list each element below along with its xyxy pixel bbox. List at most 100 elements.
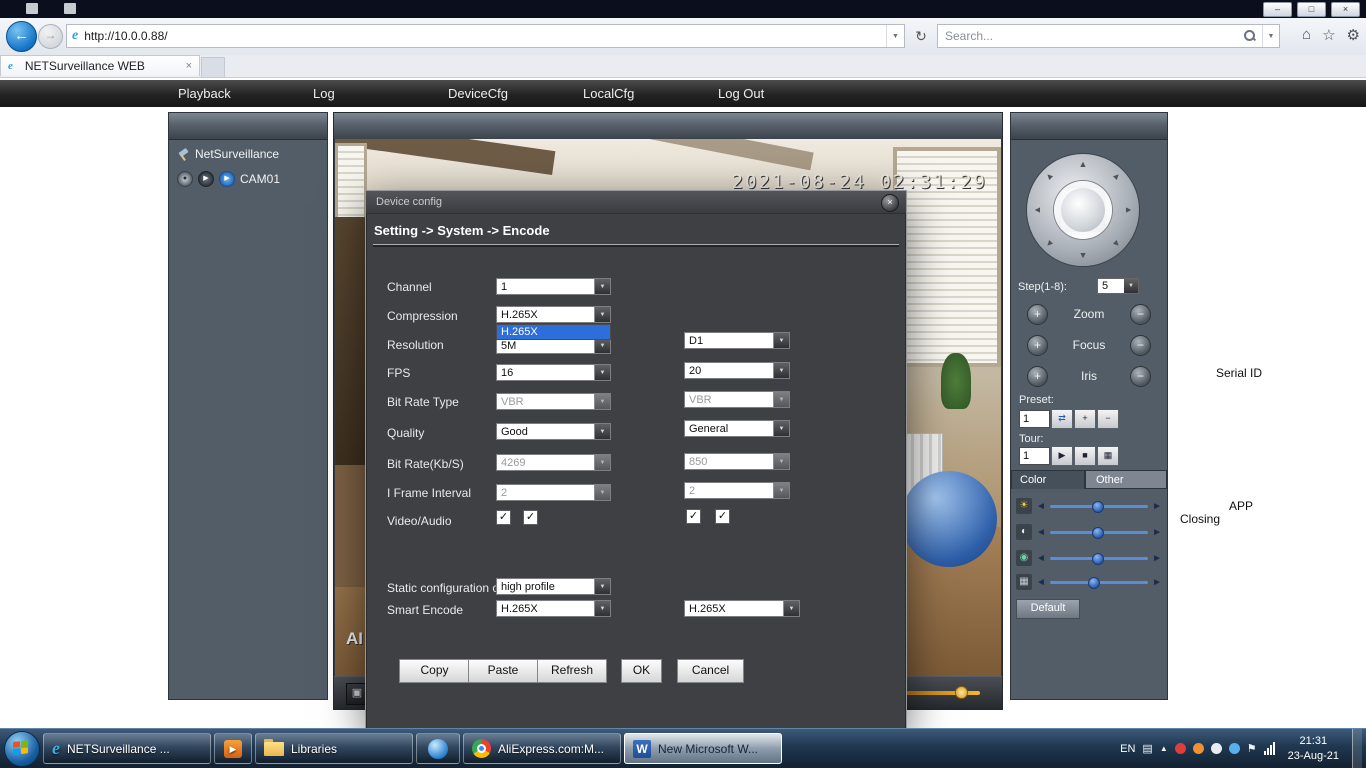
step-select[interactable]: 5 ▼ [1097,278,1139,294]
sub-stream-play-icon[interactable]: ▶ [219,171,235,187]
ptz-direction-pad[interactable]: ▲ ▲ ▲ ▲ ▲ ▲ ▲ ▲ [1026,153,1140,267]
start-button[interactable] [4,730,40,767]
chevron-down-icon[interactable]: ▼ [594,307,610,322]
forward-button[interactable]: → [38,24,63,49]
ptz-up-icon[interactable]: ▲ [1078,159,1088,169]
language-indicator[interactable]: EN [1120,743,1135,755]
favorites-icon[interactable]: ☆ [1322,26,1335,44]
keyboard-icon[interactable]: ▤ [1142,742,1152,755]
video-checkbox[interactable]: ✓ [496,510,511,525]
chevron-down-icon[interactable]: ▼ [886,25,904,47]
menu-item-devicecfg[interactable]: DeviceCfg [448,80,583,107]
taskbar-app-word[interactable]: W New Microsoft W... [624,733,782,764]
tour-input[interactable]: 1 [1019,447,1050,465]
slider-increase-icon[interactable]: ► [1152,501,1162,512]
chevron-down-icon[interactable]: ▼ [594,579,610,594]
tab-close-icon[interactable]: × [186,60,192,72]
refresh-icon[interactable]: ↻ [911,26,931,46]
preset-input[interactable]: 1 [1019,410,1050,428]
slider-decrease-icon[interactable]: ◄ [1036,527,1046,538]
settings-gear-icon[interactable]: ⚙ [1347,26,1360,44]
chevron-down-icon[interactable]: ▼ [1262,25,1279,47]
tour-setup-button[interactable]: ▦ [1097,446,1119,466]
action-center-flag-icon[interactable]: ⚑ [1247,742,1257,755]
static-config-select[interactable]: high profile ▼ [496,578,611,595]
audio-checkbox-2[interactable]: ✓ [715,509,730,524]
search-icon[interactable] [1244,30,1256,42]
chevron-down-icon[interactable]: ▼ [773,363,789,378]
chevron-down-icon[interactable]: ▼ [594,338,610,353]
ok-button[interactable]: OK [621,659,662,683]
url-text[interactable]: http://10.0.0.88/ [84,29,167,43]
quality-select-2[interactable]: General ▼ [684,420,790,437]
focus-out-button[interactable]: − [1130,334,1151,356]
main-stream-play-icon[interactable]: ▶ [198,171,214,187]
tab-netsurveillance[interactable]: e NETSurveillance WEB × [0,55,200,76]
tree-root-item[interactable]: NetSurveillance [177,147,279,161]
compression-select[interactable]: H.265X ▼ [496,306,611,323]
fps-select-2[interactable]: 20 ▼ [684,362,790,379]
chevron-down-icon[interactable]: ▼ [594,279,610,294]
iris-close-button[interactable]: − [1130,365,1151,387]
search-input[interactable]: Search... ▼ [937,24,1280,48]
taskbar-clock[interactable]: 21:31 23-Aug-21 [1282,734,1345,763]
chevron-down-icon[interactable]: ▼ [773,333,789,348]
ptz-down-left-icon[interactable]: ▲ [1042,237,1056,251]
channel-select[interactable]: 1 ▼ [496,278,611,295]
show-desktop-button[interactable] [1352,728,1362,768]
back-button[interactable]: ← [6,21,37,52]
tour-start-button[interactable]: ▶ [1051,446,1073,466]
slider-increase-icon[interactable]: ► [1152,527,1162,538]
network-icon[interactable] [1263,742,1275,755]
ptz-up-left-icon[interactable]: ▲ [1042,169,1056,183]
resolution-select-2[interactable]: D1 ▼ [684,332,790,349]
ptz-down-icon[interactable]: ▲ [1078,251,1088,261]
dialog-titlebar[interactable]: Device config [366,191,906,214]
ptz-center-hub[interactable] [1054,181,1112,239]
tree-camera-item[interactable]: ● ▶ ▶ CAM01 [177,171,280,187]
dialog-close-icon[interactable]: × [881,194,899,212]
chevron-down-icon[interactable]: ▼ [594,424,610,439]
focus-in-button[interactable]: + [1027,334,1048,356]
menu-item-logout[interactable]: Log Out [718,80,853,107]
tab-color[interactable]: Color [1011,470,1085,489]
chevron-down-icon[interactable]: ▼ [1124,279,1138,293]
app-tray-icon[interactable] [1192,743,1204,754]
app-tray-icon[interactable] [1228,743,1240,754]
slider-decrease-icon[interactable]: ◄ [1036,577,1046,588]
taskbar-app-mediaplayer[interactable]: ▶ [214,733,252,764]
tab-other[interactable]: Other [1085,470,1167,489]
chevron-down-icon[interactable]: ▼ [594,601,610,616]
close-button[interactable]: × [1331,2,1360,17]
zoom-in-button[interactable]: + [1027,303,1048,325]
slider-decrease-icon[interactable]: ◄ [1036,553,1046,564]
antivirus-tray-icon[interactable] [1174,743,1186,754]
taskbar-app-chrome[interactable]: AliExpress.com:M... [463,733,621,764]
slider-thumb[interactable] [1087,576,1100,589]
smart-encode-select[interactable]: H.265X ▼ [496,600,611,617]
refresh-button[interactable]: Refresh [537,659,607,683]
fps-select[interactable]: 16 ▼ [496,364,611,381]
taskbar-app-libraries[interactable]: Libraries [255,733,413,764]
ptz-right-icon[interactable]: ▲ [1124,205,1134,215]
slider-increase-icon[interactable]: ► [1152,577,1162,588]
chevron-down-icon[interactable]: ▼ [594,365,610,380]
hue-slider[interactable] [1049,576,1149,589]
taskbar-app-browser[interactable] [416,733,460,764]
ptz-down-right-icon[interactable]: ▲ [1110,237,1124,251]
chevron-down-icon[interactable]: ▼ [783,601,799,616]
default-button[interactable]: Default [1016,599,1080,619]
record-icon[interactable]: ● [177,171,193,187]
menu-item-playback[interactable]: Playback [178,80,313,107]
slider-thumb[interactable] [1091,552,1104,565]
menu-item-log[interactable]: Log [313,80,448,107]
tray-expand-icon[interactable]: ▲ [1160,744,1168,753]
zoom-out-button[interactable]: − [1130,303,1151,325]
minimize-button[interactable]: – [1263,2,1292,17]
cancel-button[interactable]: Cancel [677,659,744,683]
preset-delete-button[interactable]: − [1097,409,1119,429]
smart-encode-select-2[interactable]: H.265X ▼ [684,600,800,617]
slider-decrease-icon[interactable]: ◄ [1036,501,1046,512]
contrast-slider[interactable] [1049,526,1149,539]
slider-thumb[interactable] [1091,500,1104,513]
